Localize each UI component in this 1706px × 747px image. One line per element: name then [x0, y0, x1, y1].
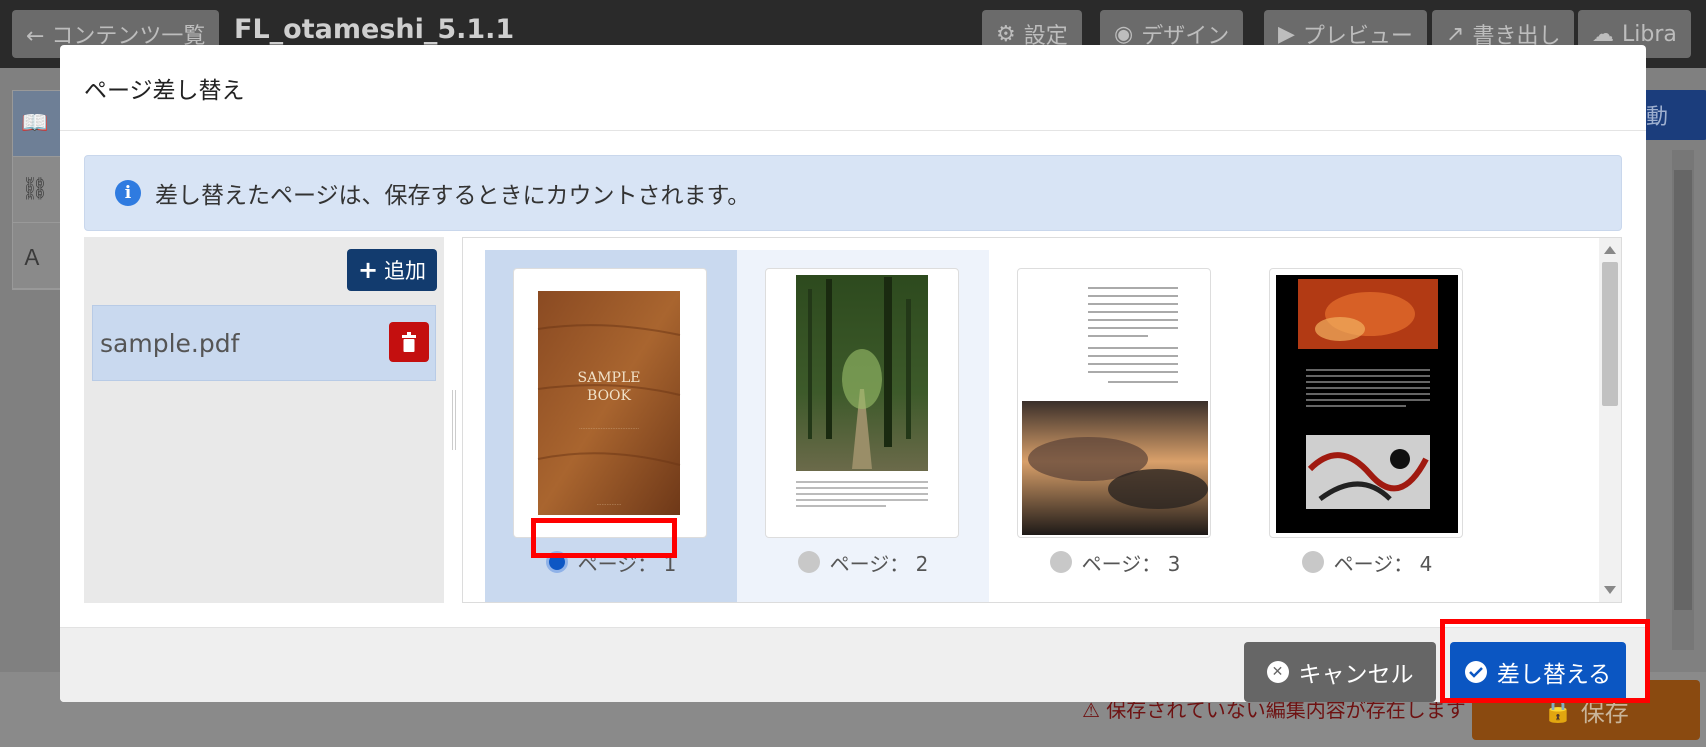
main-scrollbar[interactable] [1672, 150, 1694, 650]
file-panel: + 追加 sample.pdf [84, 237, 444, 603]
pages-panel: SAMPLE BOOK ……………………………… …………… ページ： 1 ペー… [462, 237, 1622, 603]
page-4-label[interactable]: ページ： 4 [1241, 543, 1493, 581]
page-3-radio[interactable] [1049, 551, 1072, 573]
cancel-label: キャンセル [1298, 662, 1414, 688]
svg-text:……………: …………… [597, 501, 622, 507]
page-replace-modal: ページ差し替え i 差し替えたページは、保存するときにカウントされます。 + 追… [60, 45, 1646, 702]
content-title: FL_otameshi_5.1.1 [234, 14, 515, 45]
text-icon: Ａ [21, 245, 44, 271]
play-icon: ▶ [1278, 21, 1295, 47]
modal-footer: ✕ キャンセル 差し替える [60, 627, 1646, 702]
cloud-upload-icon: ☁ [1592, 21, 1614, 47]
page-3-label-text: ページ： 3 [1081, 551, 1181, 576]
modal-title: ページ差し替え [84, 77, 245, 104]
info-icon: i [115, 180, 141, 206]
main-scrollbar-thumb[interactable] [1674, 170, 1692, 610]
link-icon: ⛓ [21, 177, 49, 202]
trash-icon [402, 332, 416, 352]
right-action-button[interactable]: 動 [1636, 90, 1706, 140]
file-name: sample.pdf [100, 328, 240, 358]
book-icon: 📖 [21, 111, 49, 136]
highlight-replace-button [1440, 619, 1650, 703]
external-link-icon: ↗ [1446, 21, 1465, 47]
svg-text:………………………………: ……………………………… [579, 425, 639, 431]
info-text: 差し替えたページは、保存するときにカウントされます。 [155, 183, 751, 209]
scroll-down-arrow-icon[interactable] [1604, 586, 1616, 594]
page-4-label-text: ページ： 4 [1333, 551, 1433, 576]
page-2-label-text: ページ： 2 [829, 551, 929, 576]
cancel-button[interactable]: ✕ キャンセル [1244, 642, 1436, 702]
palette-icon: ◉ [1114, 21, 1134, 47]
page-3-image [1017, 268, 1211, 538]
right-action-label: 動 [1646, 105, 1669, 130]
info-alert: i 差し替えたページは、保存するときにカウントされます。 [84, 155, 1622, 231]
modal-header: ページ差し替え [60, 45, 1646, 131]
pages-scrollbar[interactable] [1599, 238, 1621, 602]
page-2-label[interactable]: ページ： 2 [737, 543, 989, 581]
panel-resize-handle[interactable] [452, 390, 456, 450]
page-thumbnail-1[interactable]: SAMPLE BOOK ……………………………… …………… ページ： 1 [485, 250, 737, 602]
close-circle-icon: ✕ [1266, 661, 1289, 683]
delete-file-button[interactable] [389, 322, 429, 362]
add-file-button[interactable]: + 追加 [347, 249, 437, 291]
page-2-radio[interactable] [797, 551, 820, 573]
plus-icon: + [357, 256, 379, 284]
highlight-page-1 [531, 518, 677, 558]
gear-icon: ⚙ [996, 21, 1016, 47]
pages-scrollbar-thumb[interactable] [1602, 262, 1618, 406]
page-2-image [765, 268, 959, 538]
page-thumbnail-4[interactable]: ページ： 4 [1241, 250, 1493, 602]
page-thumbnail-3[interactable]: ページ： 3 [989, 250, 1241, 602]
file-item[interactable]: sample.pdf [92, 305, 436, 381]
page-4-radio[interactable] [1301, 551, 1324, 573]
scroll-up-arrow-icon[interactable] [1604, 246, 1616, 254]
add-file-label: 追加 [384, 259, 427, 283]
libra-label: Libra [1622, 21, 1677, 47]
page-thumbnail-2[interactable]: ページ： 2 [737, 250, 989, 602]
page-1-image: SAMPLE BOOK ……………………………… …………… [513, 268, 707, 538]
page-3-label[interactable]: ページ： 3 [989, 543, 1241, 581]
page-4-image [1269, 268, 1463, 538]
